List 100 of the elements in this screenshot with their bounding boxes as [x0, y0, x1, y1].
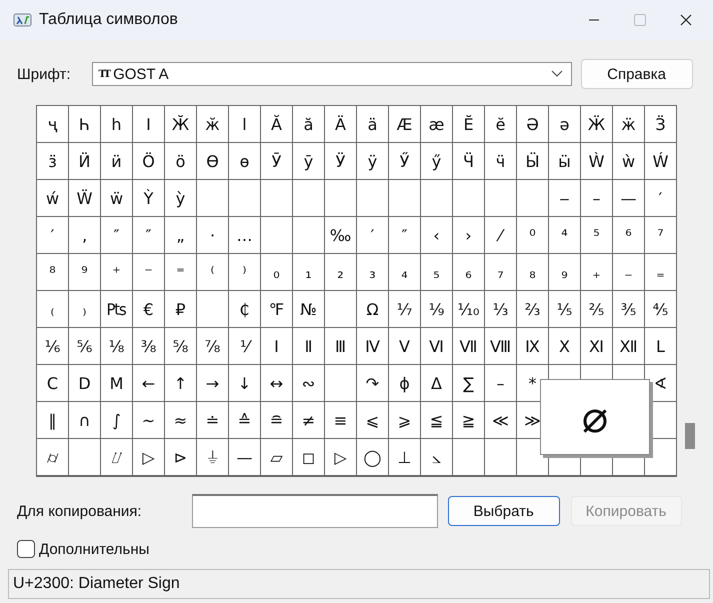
glyph-cell[interactable]: ₂: [324, 253, 356, 290]
glyph-cell[interactable]: ↔: [260, 364, 292, 401]
glyph-cell[interactable]: ẃ: [36, 179, 68, 216]
glyph-cell[interactable]: ⅛: [100, 327, 132, 364]
glyph-cell[interactable]: ⩽: [356, 401, 388, 438]
glyph-cell[interactable]: Ӝ: [580, 105, 612, 142]
glyph-cell[interactable]: ⅜: [132, 327, 164, 364]
glyph-cell[interactable]: Ӱ: [324, 142, 356, 179]
glyph-cell[interactable]: Ẁ: [580, 142, 612, 179]
glyph-cell[interactable]: Ω: [356, 290, 388, 327]
glyph-cell[interactable]: ⅐: [388, 290, 420, 327]
glyph-cell[interactable]: ӳ: [420, 142, 452, 179]
glyph-cell[interactable]: ~: [132, 401, 164, 438]
glyph-cell[interactable]: ӵ: [484, 142, 516, 179]
glyph-cell[interactable]: Ӵ: [452, 142, 484, 179]
glyph-cell[interactable]: ⅚: [68, 327, 100, 364]
glyph-cell[interactable]: ϕ: [388, 364, 420, 401]
glyph-cell[interactable]: ℉: [260, 290, 292, 327]
glyph-cell[interactable]: ‖: [36, 401, 68, 438]
glyph-cell[interactable]: ⁰: [516, 216, 548, 253]
glyph-cell[interactable]: Ⅲ: [324, 327, 356, 364]
glyph-cell[interactable]: ↓: [228, 364, 260, 401]
glyph-cell[interactable]: ⅑: [420, 290, 452, 327]
select-button[interactable]: Выбрать: [448, 496, 560, 526]
glyph-cell[interactable]: Ӑ: [260, 105, 292, 142]
glyph-cell[interactable]: ₅: [420, 253, 452, 290]
glyph-cell[interactable]: Ә: [516, 105, 548, 142]
glyph-cell[interactable]: ӝ: [612, 105, 644, 142]
glyph-cell[interactable]: ∩: [68, 401, 100, 438]
glyph-cell[interactable]: ′: [36, 216, 68, 253]
glyph-cell[interactable]: ӓ: [356, 105, 388, 142]
glyph-cell[interactable]: Ⅷ: [484, 327, 516, 364]
glyph-cell[interactable]: ⁄: [484, 216, 516, 253]
glyph-cell[interactable]: ẅ: [100, 179, 132, 216]
glyph-cell[interactable]: ₈: [516, 253, 548, 290]
glyph-cell[interactable]: ◻: [292, 438, 324, 475]
glyph-cell[interactable]: Ӧ: [132, 142, 164, 179]
glyph-cell[interactable]: ′: [644, 179, 676, 216]
glyph-cell[interactable]: Æ: [388, 105, 420, 142]
glyph-cell[interactable]: æ: [420, 105, 452, 142]
glyph-cell[interactable]: ₵: [228, 290, 260, 327]
glyph-cell[interactable]: ↑: [164, 364, 196, 401]
glyph-cell[interactable]: ≈: [164, 401, 196, 438]
font-dropdown[interactable]: TT GOST A: [92, 62, 572, 86]
glyph-cell[interactable]: ӏ: [228, 105, 260, 142]
help-button[interactable]: Справка: [580, 59, 693, 89]
glyph-cell[interactable]: ′: [356, 216, 388, 253]
glyph-cell[interactable]: ⅟: [228, 327, 260, 364]
glyph-cell[interactable]: ⁷: [644, 216, 676, 253]
glyph-cell[interactable]: ӟ: [36, 142, 68, 179]
glyph-cell[interactable]: Ⅿ: [100, 364, 132, 401]
glyph-cell[interactable]: ӱ: [356, 142, 388, 179]
glyph-cell[interactable]: ₃: [356, 253, 388, 290]
glyph-cell[interactable]: ″: [388, 216, 420, 253]
glyph-cell[interactable]: Ⅸ: [516, 327, 548, 364]
glyph-cell[interactable]: ⁺: [100, 253, 132, 290]
glyph-cell[interactable]: ₆: [452, 253, 484, 290]
glyph-cell[interactable]: Ⅻ: [612, 327, 644, 364]
glyph-cell[interactable]: ⅗: [612, 290, 644, 327]
glyph-cell[interactable]: ₍: [36, 290, 68, 327]
glyph-cell[interactable]: ←: [132, 364, 164, 401]
glyph-cell[interactable]: ≙: [228, 401, 260, 438]
glyph-cell[interactable]: ӹ: [548, 142, 580, 179]
glyph-cell[interactable]: Ӯ: [260, 142, 292, 179]
glyph-cell[interactable]: Ⅴ: [388, 327, 420, 364]
glyph-cell[interactable]: Ⅹ: [548, 327, 580, 364]
glyph-cell[interactable]: ⅞: [196, 327, 228, 364]
glyph-cell[interactable]: ″: [100, 216, 132, 253]
glyph-cell[interactable]: ⅖: [580, 290, 612, 327]
glyph-cell[interactable]: Ẅ: [68, 179, 100, 216]
glyph-cell[interactable]: ₁: [292, 253, 324, 290]
glyph-cell[interactable]: ⅘: [644, 290, 676, 327]
glyph-cell[interactable]: Ⅰ: [260, 327, 292, 364]
glyph-cell[interactable]: Δ: [420, 364, 452, 401]
glyph-cell[interactable]: ₽: [164, 290, 196, 327]
glyph-cell[interactable]: Ⅱ: [292, 327, 324, 364]
glyph-cell[interactable]: ⁻: [132, 253, 164, 290]
glyph-cell[interactable]: ⅒: [452, 290, 484, 327]
glyph-cell[interactable]: ≠: [292, 401, 324, 438]
glyph-cell[interactable]: ▷: [324, 438, 356, 475]
glyph-cell[interactable]: ӂ: [196, 105, 228, 142]
glyph-cell[interactable]: ⁽: [196, 253, 228, 290]
glyph-cell[interactable]: →: [196, 364, 228, 401]
glyph-cell[interactable]: ⁴: [548, 216, 580, 253]
glyph-cell[interactable]: ₇: [484, 253, 516, 290]
glyph-cell[interactable]: –: [484, 364, 516, 401]
glyph-cell[interactable]: ⦣: [420, 438, 452, 475]
glyph-cell[interactable]: Ⅾ: [68, 364, 100, 401]
glyph-cell[interactable]: ∾: [292, 364, 324, 401]
glyph-cell[interactable]: Ⅳ: [356, 327, 388, 364]
glyph-cell[interactable]: Ⅵ: [420, 327, 452, 364]
glyph-cell[interactable]: ӧ: [164, 142, 196, 179]
glyph-cell[interactable]: ₉: [548, 253, 580, 290]
glyph-cell[interactable]: —: [612, 179, 644, 216]
glyph-cell[interactable]: ⁹: [68, 253, 100, 290]
glyph-cell[interactable]: Ӗ: [452, 105, 484, 142]
glyph-cell[interactable]: ₌: [644, 253, 676, 290]
glyph-cell[interactable]: ‹: [420, 216, 452, 253]
glyph-cell[interactable]: ″: [132, 216, 164, 253]
glyph-cell[interactable]: Ӓ: [324, 105, 356, 142]
